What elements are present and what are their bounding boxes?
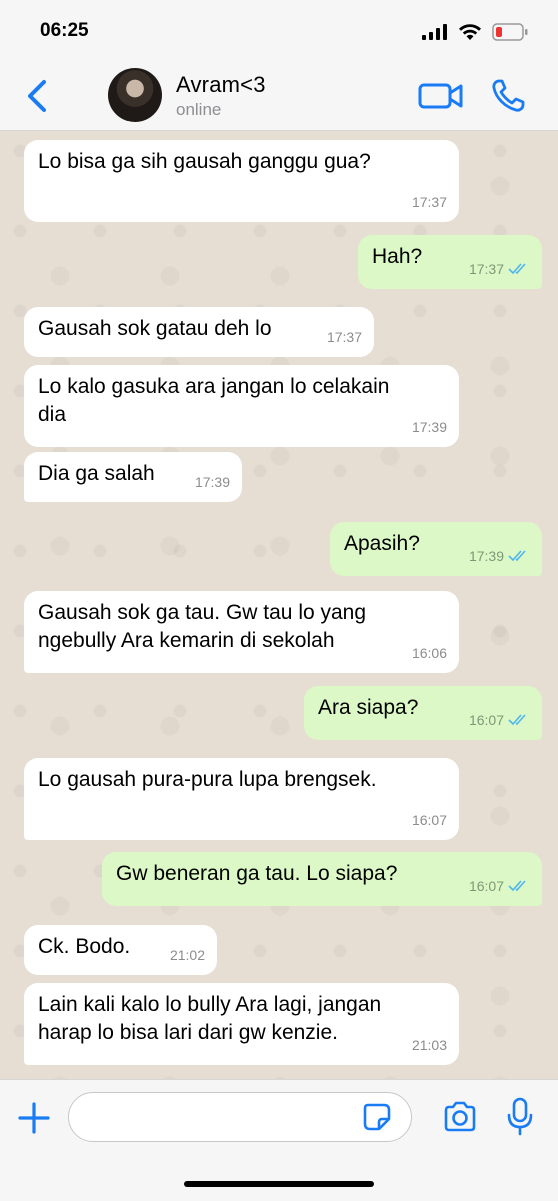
message-meta: 17:39	[469, 542, 530, 570]
video-call-icon[interactable]	[418, 80, 464, 112]
message-outgoing[interactable]: Ara siapa? 16:07	[304, 686, 542, 740]
message-incoming[interactable]: Ck. Bodo. 21:02	[24, 925, 217, 975]
message-text: Lo gausah pura-pura lupa brengsek.	[38, 768, 377, 791]
message-meta: 16:07	[469, 872, 530, 900]
message-input[interactable]	[68, 1092, 412, 1142]
message-incoming[interactable]: Gausah sok gatau deh lo 17:37	[24, 307, 374, 357]
back-chevron-icon[interactable]	[22, 76, 52, 116]
camera-icon[interactable]	[442, 1100, 478, 1134]
message-text: Gausah sok gatau deh lo	[38, 317, 272, 340]
cellular-signal-icon	[422, 24, 447, 40]
message-incoming[interactable]: Lo kalo gasuka ara jangan lo celakain di…	[24, 365, 459, 447]
message-outgoing[interactable]: Hah? 17:37	[358, 235, 542, 289]
message-time: 17:39	[194, 474, 230, 490]
phone-icon[interactable]	[490, 78, 526, 114]
message-time: 16:07	[411, 812, 447, 828]
message-text: Gausah sok ga tau. Gw tau lo yang ngebul…	[38, 601, 367, 652]
message-text: Lo bisa ga sih gausah ganggu gua?	[38, 150, 371, 173]
message-meta: 16:07	[469, 706, 530, 734]
message-time: 21:03	[411, 1037, 447, 1053]
message-text: Ck. Bodo.	[38, 935, 131, 958]
sticker-icon[interactable]	[362, 1102, 392, 1132]
home-indicator	[184, 1181, 374, 1187]
message-meta: 17:37	[469, 255, 530, 283]
wifi-icon	[459, 24, 481, 40]
contact-name[interactable]: Avram<3	[176, 72, 266, 98]
message-time: 17:37	[411, 194, 447, 210]
message-time: 17:37	[326, 329, 362, 345]
plus-icon[interactable]	[14, 1098, 54, 1138]
message-meta: 16:06	[412, 639, 447, 667]
message-text: Lain kali kalo lo bully Ara lagi, jangan…	[38, 993, 382, 1044]
message-text: Ara siapa?	[318, 696, 419, 719]
read-receipt-icon	[508, 263, 526, 275]
message-meta: 16:07	[412, 806, 447, 834]
message-text: Dia ga salah	[38, 462, 155, 485]
message-outgoing[interactable]: Gw beneran ga tau. Lo siapa? 16:07	[102, 852, 542, 906]
avatar[interactable]	[108, 68, 162, 122]
status-icons	[422, 22, 528, 42]
message-time: 16:07	[468, 712, 504, 728]
message-text: Lo kalo gasuka ara jangan lo celakain di…	[38, 375, 390, 426]
message-text: Gw beneran ga tau. Lo siapa?	[116, 862, 398, 885]
message-meta: 21:02	[170, 941, 205, 969]
composer-bar	[0, 1079, 558, 1201]
contact-status: online	[176, 100, 222, 119]
status-bar: 06:25	[0, 0, 558, 60]
message-incoming[interactable]: Lain kali kalo lo bully Ara lagi, jangan…	[24, 983, 459, 1065]
message-time: 17:37	[468, 261, 504, 277]
message-text: Hah?	[372, 245, 423, 268]
message-meta: 17:37	[327, 323, 362, 351]
status-time: 06:25	[40, 20, 89, 41]
message-outgoing[interactable]: Apasih? 17:39	[330, 522, 542, 576]
message-time: 17:39	[468, 548, 504, 564]
message-incoming[interactable]: Gausah sok ga tau. Gw tau lo yang ngebul…	[24, 591, 459, 673]
microphone-icon[interactable]	[504, 1096, 536, 1136]
message-incoming[interactable]: Dia ga salah 17:39	[24, 452, 242, 502]
message-incoming[interactable]: Lo gausah pura-pura lupa brengsek. 16:07	[24, 758, 459, 840]
message-time: 21:02	[169, 947, 205, 963]
read-receipt-icon	[508, 714, 526, 726]
message-incoming[interactable]: Lo bisa ga sih gausah ganggu gua? 17:37	[24, 140, 459, 222]
message-time: 16:06	[411, 645, 447, 661]
message-list[interactable]: Lo bisa ga sih gausah ganggu gua? 17:37 …	[0, 131, 558, 1079]
chat-header: Avram<3 online	[0, 60, 558, 131]
read-receipt-icon	[508, 880, 526, 892]
message-meta: 17:39	[195, 468, 230, 496]
message-time: 17:39	[411, 419, 447, 435]
read-receipt-icon	[508, 550, 526, 562]
message-time: 16:07	[468, 878, 504, 894]
message-text: Apasih?	[344, 532, 420, 555]
message-meta: 17:37	[412, 188, 447, 216]
message-meta: 21:03	[412, 1031, 447, 1059]
message-meta: 17:39	[412, 413, 447, 441]
battery-icon	[492, 23, 528, 41]
